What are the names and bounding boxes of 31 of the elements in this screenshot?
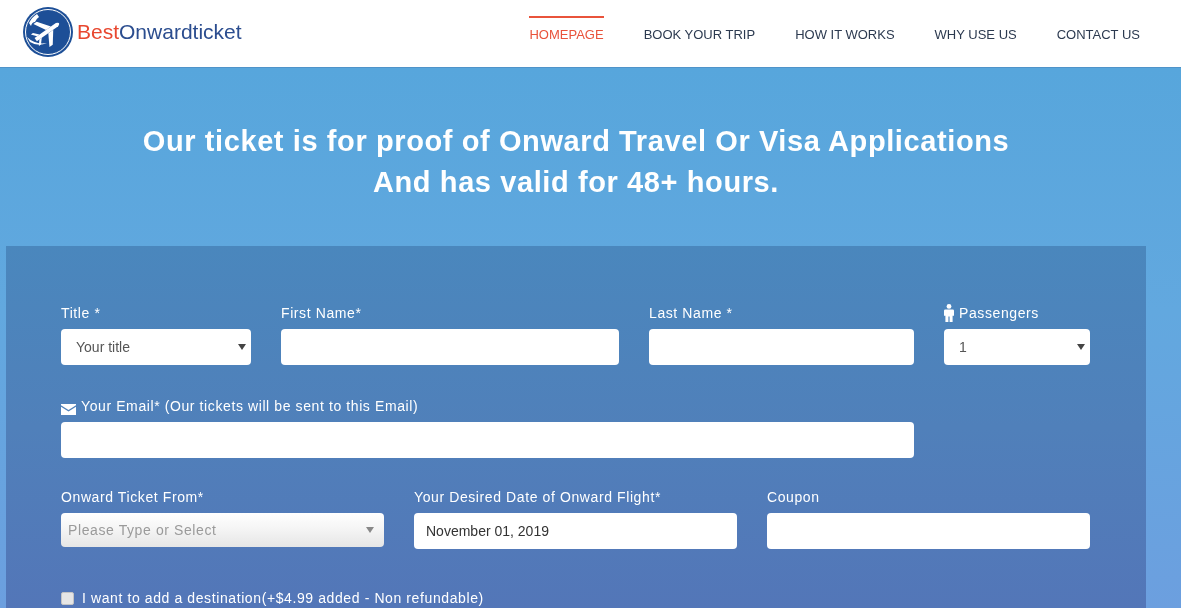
destination-checkbox-label[interactable]: I want to add a destination(+$4.99 added - Non refundable) xyxy=(82,590,484,607)
globe-airplane-logo xyxy=(23,7,73,57)
city-combobox[interactable]: Please Type or Select xyxy=(61,513,384,547)
caret-icon xyxy=(366,527,374,533)
caret-icon xyxy=(238,344,246,350)
flight-date-label: Your Desired Date of Onward Flight* xyxy=(414,489,661,506)
nav-link[interactable]: HOW IT WORKS xyxy=(795,16,895,43)
nav-link[interactable]: WHY USE US xyxy=(934,16,1017,43)
caret-icon xyxy=(1077,344,1085,350)
hero-headline: Our ticket is for proof of Onward Travel Or Visa Applications And has valid for 48+ hours. xyxy=(141,124,1011,200)
person-icon xyxy=(944,304,954,322)
last-name-label: Last Name * xyxy=(649,305,733,322)
passengers-select[interactable]: 1 xyxy=(944,329,1090,365)
title-select[interactable]: Your title xyxy=(61,329,251,365)
last-name-field[interactable] xyxy=(649,329,914,365)
first-name-field[interactable] xyxy=(281,329,619,365)
destination-checkbox[interactable] xyxy=(61,592,74,605)
nav-link[interactable]: BOOK YOUR TRIP xyxy=(643,16,756,43)
passengers-label: Passengers xyxy=(959,305,1039,322)
nav-link[interactable]: HOMEPAGE xyxy=(529,16,604,43)
first-name-label: First Name* xyxy=(281,305,362,322)
title-label: Title * xyxy=(61,305,101,322)
coupon-label: Coupon xyxy=(767,489,820,506)
email-label: Your Email* (Our tickets will be sent to this Email) xyxy=(81,398,419,415)
nav-link[interactable]: CONTACT US xyxy=(1056,16,1140,43)
envelope-icon xyxy=(61,404,76,415)
brand-name[interactable]: BestOnwardticket xyxy=(77,20,242,44)
date-field[interactable]: November 01, 2019 xyxy=(414,513,737,549)
onward-from-label: Onward Ticket From* xyxy=(61,489,204,506)
email-field[interactable] xyxy=(61,422,914,458)
coupon-field[interactable] xyxy=(767,513,1090,549)
